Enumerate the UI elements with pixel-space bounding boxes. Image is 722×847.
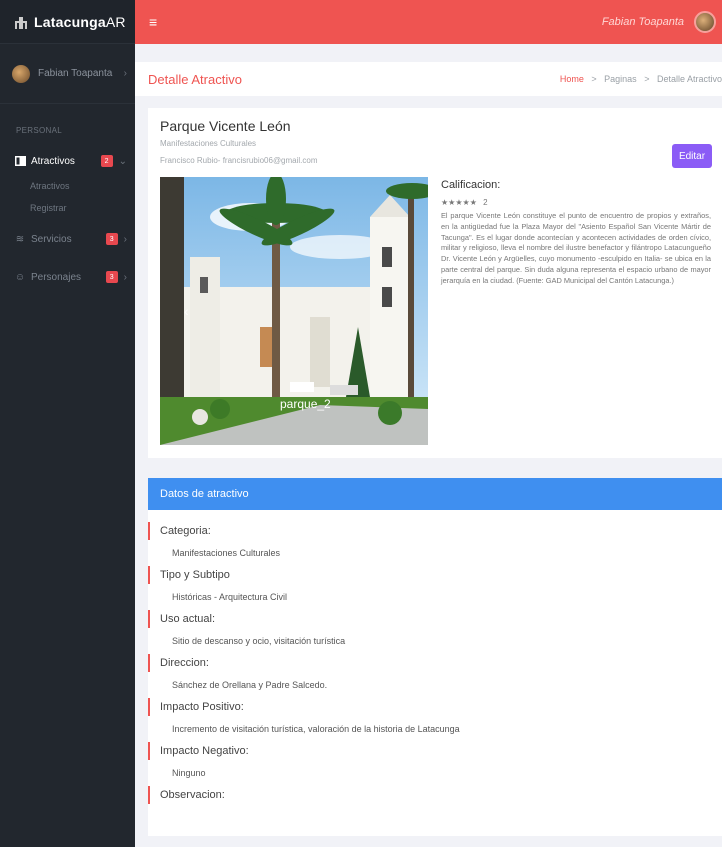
field-list: Categoria: Manifestaciones Culturales Ti…	[148, 510, 722, 804]
field-label: Tipo y Subtipo	[148, 566, 722, 584]
attraction-data-card: Datos de atractivo Categoria: Manifestac…	[148, 478, 722, 836]
chevron-right-icon: ›	[123, 233, 127, 245]
field-value: Sitio de descanso y ocio, visitación tur…	[172, 636, 346, 646]
breadcrumb: Home > Paginas > Detalle Atractivo	[560, 74, 722, 84]
chevron-down-icon: ⌄	[118, 155, 127, 167]
field-label: Observacion:	[148, 786, 722, 804]
menu-icon[interactable]: ≡	[149, 14, 157, 30]
breadcrumb-pages-link[interactable]: Paginas	[604, 74, 637, 84]
rating-value: 2	[483, 198, 488, 207]
attraction-title: Parque Vicente León	[160, 118, 291, 134]
image-icon	[14, 155, 26, 167]
field-value: Históricas - Arquitectura Civil	[172, 592, 288, 602]
field-value: Incremento de visitación turística, valo…	[172, 724, 460, 734]
breadcrumb-current: Detalle Atractivo	[656, 74, 722, 84]
attraction-photo-carousel[interactable]: ‹ parque_2	[160, 177, 428, 445]
sidebar-subitem-registrar[interactable]: Registrar	[0, 197, 135, 219]
top-user-name[interactable]: Fabian Toapanta	[602, 16, 684, 28]
sidebar-user-name: Fabian Toapanta	[38, 68, 113, 79]
brand-name: LatacungaAR	[34, 13, 126, 30]
attraction-category: Manifestaciones Culturales	[160, 139, 257, 148]
star-icon: ★★★★★	[441, 198, 477, 207]
sidebar-user[interactable]: Fabian Toapanta ›	[0, 44, 135, 104]
app-layout: LatacungaAR Fabian Toapanta › PERSONAL A…	[0, 0, 722, 847]
layers-icon: ≋	[15, 233, 25, 245]
rating: ★★★★★ 2	[441, 198, 488, 207]
breadcrumb-separator: >	[644, 74, 650, 84]
breadcrumb-separator: >	[591, 74, 597, 84]
rating-title: Calificacion:	[441, 179, 501, 191]
count-badge: 2	[100, 155, 113, 167]
sidebar: LatacungaAR Fabian Toapanta › PERSONAL A…	[0, 0, 135, 847]
top-bar: ≡ Fabian Toapanta	[135, 0, 722, 44]
count-badge: 3	[105, 271, 118, 283]
photo-caption: parque_2	[280, 397, 331, 411]
sidebar-subitem-atractivos[interactable]: Atractivos	[0, 175, 135, 197]
attraction-author: Francisco Rubio- francisrubio06@gmail.co…	[160, 156, 318, 165]
field-value: Manifestaciones Culturales	[172, 548, 281, 558]
sidebar-item-servicios[interactable]: ≋ Servicios 3 ›	[0, 225, 135, 253]
brand[interactable]: LatacungaAR	[0, 0, 135, 44]
breadcrumb-home-link[interactable]: Home	[560, 74, 584, 84]
sidebar-item-atractivos[interactable]: Atractivos 2 ⌄	[0, 147, 135, 175]
sidebar-item-label: Servicios	[31, 233, 72, 245]
field-label: Impacto Positivo:	[148, 698, 722, 716]
field-label: Categoria:	[148, 522, 722, 540]
attraction-description: El parque Vicente León constituye el pun…	[441, 211, 711, 285]
smile-icon: ☺	[14, 271, 26, 283]
field-label: Impacto Negativo:	[148, 742, 722, 760]
breadcrumb-bar: Detalle Atractivo Home > Paginas > Detal…	[135, 62, 722, 96]
edit-button[interactable]: Editar	[672, 144, 712, 168]
sidebar-section-title: PERSONAL	[16, 126, 62, 135]
sidebar-item-personajes[interactable]: ☺ Personajes 3 ›	[0, 263, 135, 291]
attraction-detail-card: Parque Vicente León Manifestaciones Cult…	[148, 108, 722, 458]
page-title: Detalle Atractivo	[148, 71, 242, 87]
card-header: Datos de atractivo	[148, 478, 722, 510]
carousel-prev-icon[interactable]: ‹	[184, 303, 189, 319]
count-badge: 3	[105, 233, 118, 245]
field-value: Sánchez de Orellana y Padre Salcedo.	[172, 680, 328, 690]
field-value: Ninguno	[172, 768, 206, 778]
sidebar-item-label: Atractivos	[31, 155, 75, 167]
building-icon	[14, 16, 28, 29]
field-label: Direccion:	[148, 654, 722, 672]
sidebar-item-label: Personajes	[31, 271, 82, 283]
avatar	[12, 64, 30, 83]
field-label: Uso actual:	[148, 610, 722, 628]
chevron-right-icon: ›	[123, 271, 127, 283]
chevron-right-icon: ›	[123, 68, 127, 79]
avatar[interactable]	[694, 11, 716, 33]
